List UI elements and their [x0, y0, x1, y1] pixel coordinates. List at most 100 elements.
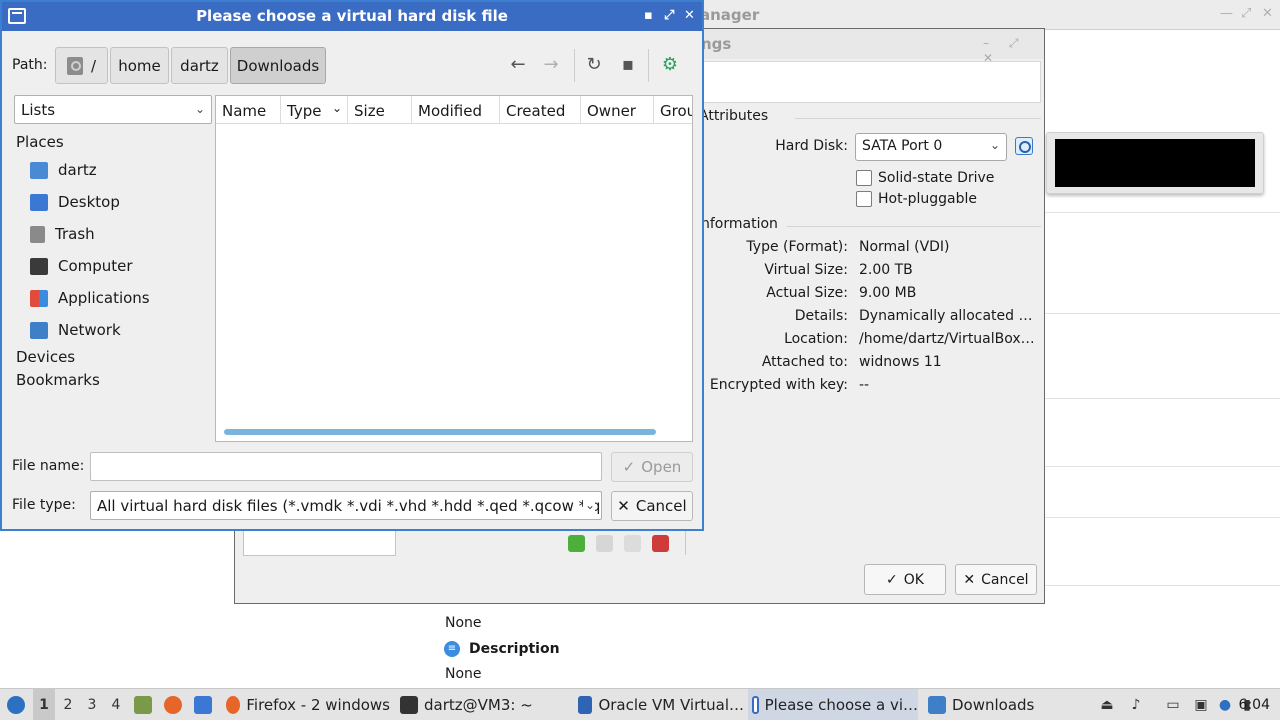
path-label: Path: [12, 57, 48, 73]
divider [1044, 585, 1280, 586]
column-label: Owner [587, 102, 636, 120]
divider [1044, 398, 1280, 399]
horizontal-scrollbar[interactable] [224, 429, 656, 435]
chooser-titlebar[interactable]: Please choose a virtual hard disk file ▪… [2, 2, 702, 31]
close-icon[interactable]: ✕ [684, 8, 695, 23]
remove-attachment-icon[interactable] [596, 535, 613, 552]
manager-title: anager [700, 6, 760, 24]
taskbar: 1 2 3 4 Firefox - 2 windows dartz@VM3: ~… [0, 688, 1280, 720]
settings-gear-icon[interactable]: ⚙ [659, 54, 681, 76]
place-item-computer[interactable]: Computer [30, 254, 133, 278]
forward-arrow-icon[interactable]: → [540, 54, 562, 76]
place-item-trash[interactable]: Trash [30, 222, 95, 246]
workspace-3[interactable]: 3 [81, 689, 103, 720]
info-value: widnows 11 [859, 354, 942, 370]
divider [1044, 517, 1280, 518]
devices-heading[interactable]: Devices [16, 348, 75, 366]
place-item-network[interactable]: Network [30, 318, 121, 342]
computer-icon [30, 257, 48, 275]
bookmarks-heading[interactable]: Bookmarks [16, 371, 100, 389]
taskbar-item-firefox[interactable]: Firefox - 2 windows [222, 689, 390, 720]
hot-pluggable-label[interactable]: Hot-pluggable [878, 191, 977, 207]
maximize-icon[interactable]: ⤢ [1241, 6, 1251, 21]
column-header-created[interactable]: Created [500, 96, 581, 124]
notification-icon[interactable]: ● [1216, 696, 1234, 714]
back-arrow-icon[interactable]: ← [507, 54, 529, 76]
place-item-desktop[interactable]: Desktop [30, 190, 120, 214]
breadcrumb-downloads[interactable]: Downloads [230, 47, 326, 84]
open-button[interactable]: ✓ Open [611, 452, 693, 482]
firefox-icon [164, 696, 182, 714]
breadcrumb-root[interactable]: / [55, 47, 108, 84]
cancel-button[interactable]: ✕ Cancel [611, 491, 693, 521]
places-view-select[interactable]: Lists ⌄ [14, 95, 212, 124]
file-name-input[interactable] [90, 452, 602, 481]
folder-icon [928, 696, 946, 714]
places-heading[interactable]: Places [16, 133, 64, 151]
divider [1044, 212, 1280, 213]
manager-lower-details: None Description None [436, 603, 1280, 688]
add-attachment-icon[interactable] [568, 535, 585, 552]
quicklaunch-firefox[interactable] [164, 689, 182, 720]
column-label: Created [506, 102, 566, 120]
place-item-dartz[interactable]: dartz [30, 158, 97, 182]
breadcrumb-label: home [118, 56, 161, 75]
workspace-4[interactable]: 4 [105, 689, 127, 720]
column-header-modified[interactable]: Modified [412, 96, 500, 124]
minimize-icon[interactable]: ▪ [644, 8, 653, 23]
description-heading[interactable]: Description [469, 641, 560, 657]
workspace-2[interactable]: 2 [57, 689, 79, 720]
column-header-size[interactable]: Size [348, 96, 412, 124]
quicklaunch-desktop[interactable] [194, 689, 212, 720]
column-header-type[interactable]: Type ⌄ [281, 96, 348, 124]
ok-button[interactable]: ✓ OK [864, 564, 946, 595]
taskbar-item-terminal[interactable]: dartz@VM3: ~ [396, 689, 566, 720]
new-folder-icon[interactable]: ▪ [617, 54, 639, 76]
places-view-value: Lists [21, 101, 56, 119]
info-label: Location: [784, 331, 848, 347]
taskbar-item-label: Firefox - 2 windows [246, 696, 390, 714]
storage-filter-input[interactable] [243, 529, 396, 556]
file-list[interactable]: Name Type ⌄ Size Modified Created Owner … [215, 95, 693, 442]
description-icon: ≡ [444, 641, 460, 657]
breadcrumb-home[interactable]: home [110, 47, 169, 84]
hard-disk-select[interactable]: SATA Port 0 ⌄ [855, 133, 1007, 161]
taskbar-item-chooser[interactable]: Please choose a vi… [748, 689, 918, 720]
volume-icon[interactable]: ♪ [1127, 696, 1145, 714]
workspace-1[interactable]: 1 [33, 689, 55, 720]
taskbar-item-virtualbox[interactable]: Oracle VM Virtual… [574, 689, 744, 720]
attributes-heading: Attributes [699, 108, 769, 124]
check-icon: ✓ [622, 458, 636, 476]
start-menu-button[interactable] [4, 689, 28, 720]
breadcrumb-dartz[interactable]: dartz [171, 47, 228, 84]
cancel-button[interactable]: ✕ Cancel [955, 564, 1037, 595]
place-label: dartz [58, 161, 97, 179]
quicklaunch-files[interactable] [134, 689, 152, 720]
clock[interactable]: 6:04 [1239, 689, 1270, 720]
solid-state-label[interactable]: Solid-state Drive [878, 170, 994, 186]
hot-pluggable-checkbox[interactable] [856, 191, 872, 207]
column-header-name[interactable]: Name [216, 96, 281, 124]
show-desktop-icon [194, 696, 212, 714]
disk-icon[interactable] [624, 535, 641, 552]
network-status-icon[interactable]: ▣ [1192, 696, 1210, 714]
remove-controller-icon[interactable] [652, 535, 669, 552]
minimize-icon[interactable]: — [1220, 6, 1233, 21]
refresh-icon[interactable]: ↻ [583, 54, 605, 76]
column-label: Type [287, 102, 322, 120]
column-header-group[interactable]: Grou [654, 96, 692, 124]
divider [795, 118, 1041, 119]
file-name-label: File name: [12, 458, 85, 474]
close-icon[interactable]: ✕ [1262, 6, 1273, 21]
choose-disk-icon[interactable] [1015, 137, 1033, 155]
place-label: Applications [58, 289, 150, 307]
maximize-icon[interactable]: ⤢ [664, 8, 674, 23]
clipboard-icon[interactable]: ▭ [1164, 696, 1182, 714]
solid-state-checkbox[interactable] [856, 170, 872, 186]
file-type-select[interactable]: All virtual hard disk files (*.vmdk *.vd… [90, 491, 602, 520]
tray-eject-icon[interactable]: ⏏ [1098, 696, 1116, 714]
column-header-owner[interactable]: Owner [581, 96, 654, 124]
place-item-applications[interactable]: Applications [30, 286, 150, 310]
taskbar-item-downloads[interactable]: Downloads [924, 689, 1094, 720]
column-label: Modified [418, 102, 483, 120]
